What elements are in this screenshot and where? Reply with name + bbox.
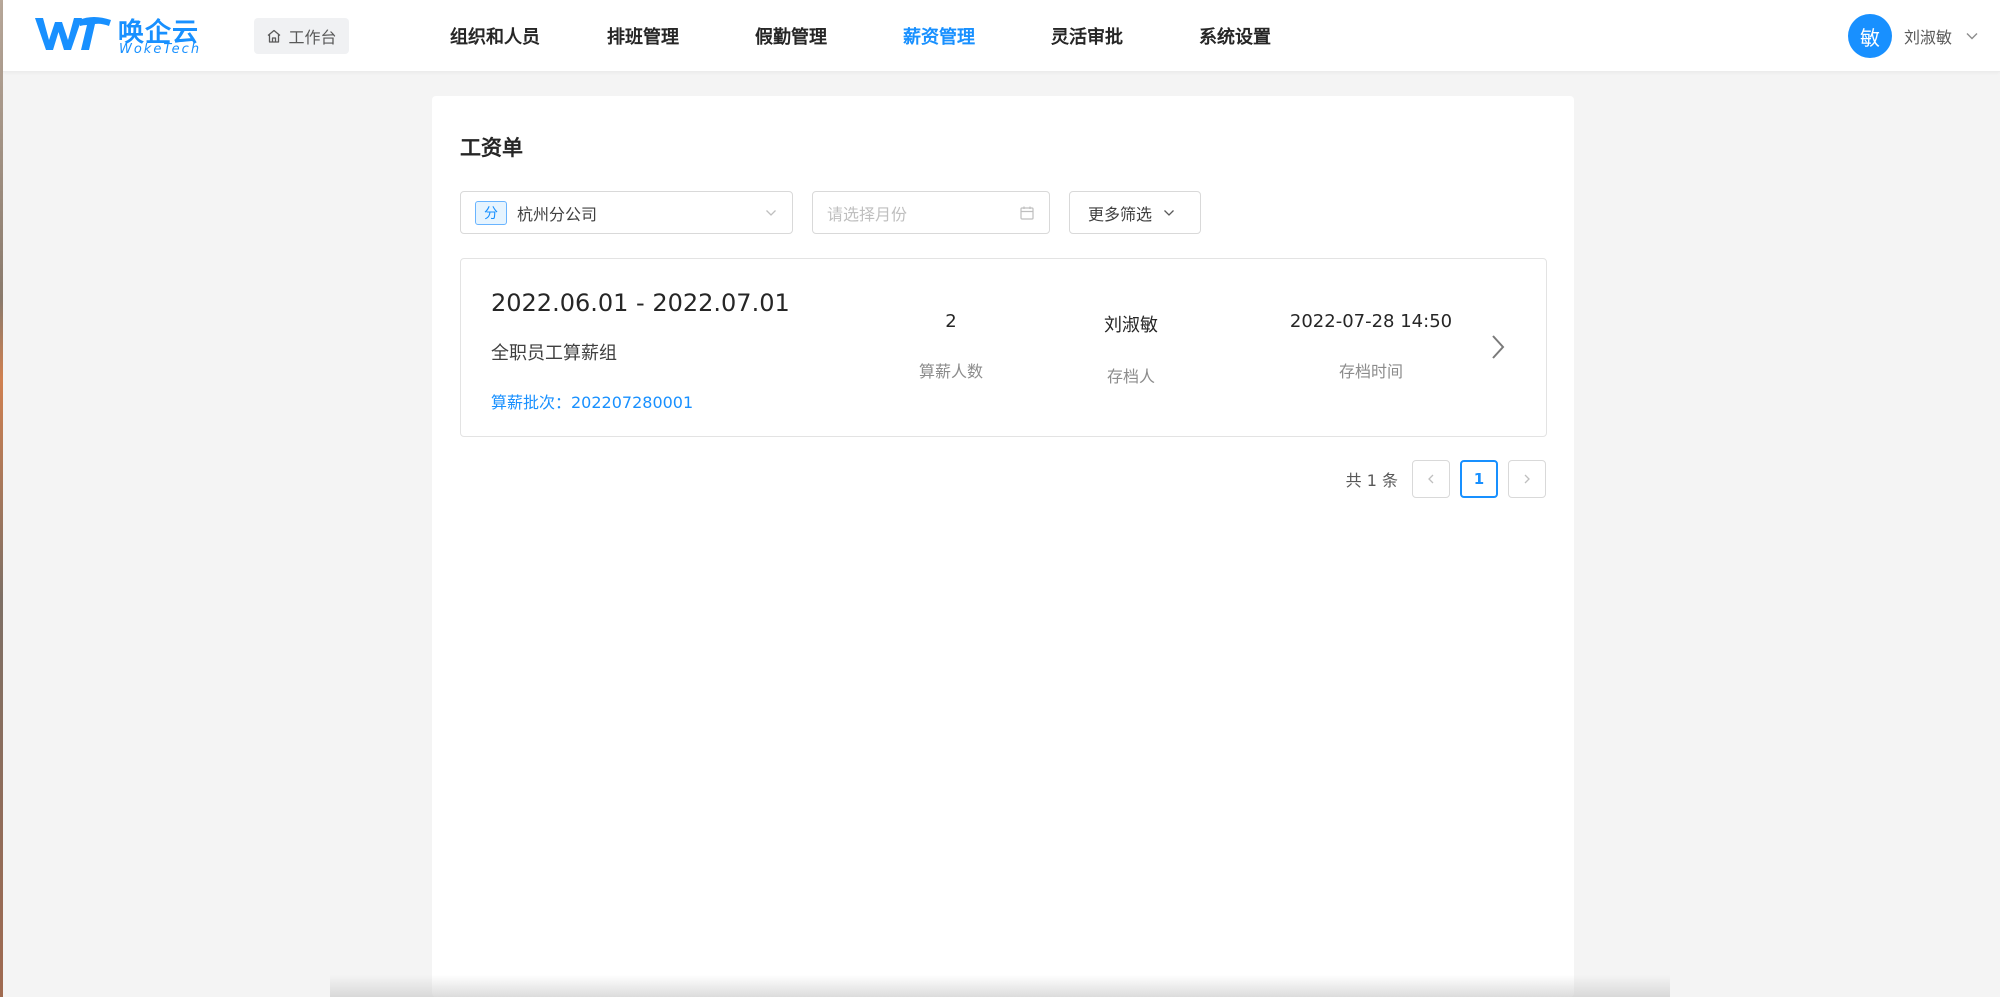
headcount-label: 算薪人数 bbox=[918, 362, 983, 381]
archive-time-stat: 2022-07-28 14:50 存档时间 bbox=[1251, 311, 1491, 382]
archive-time-label: 存档时间 bbox=[1338, 362, 1403, 381]
brand-logo[interactable]: 唤企云 WokeTech bbox=[33, 14, 213, 58]
brand-name-en: WokeTech bbox=[119, 42, 202, 57]
top-navigation-bar: 唤企云 WokeTech 工作台 组织和人员 排班管理 假勤管理 薪资管理 灵活… bbox=[3, 0, 2000, 72]
chevron-left-icon bbox=[1428, 474, 1434, 484]
main-nav: 组织和人员 排班管理 假勤管理 薪资管理 灵活审批 系统设置 bbox=[421, 0, 1309, 72]
chevron-down-icon bbox=[1164, 209, 1174, 216]
workbench-label: 工作台 bbox=[288, 28, 337, 47]
branch-tag: 分 bbox=[475, 200, 507, 225]
payroll-card[interactable]: 2022.06.01 - 2022.07.01 全职员工算薪组 算薪批次：202… bbox=[460, 258, 1547, 437]
prev-page-button[interactable] bbox=[1412, 460, 1450, 498]
month-picker[interactable]: 请选择月份 bbox=[812, 191, 1050, 234]
company-select-value: 杭州分公司 bbox=[517, 204, 598, 224]
archiver-label: 存档人 bbox=[1106, 367, 1155, 386]
next-page-button[interactable] bbox=[1508, 460, 1546, 498]
nav-item-attendance[interactable]: 假勤管理 bbox=[717, 23, 865, 49]
chevron-down-icon[interactable] bbox=[1964, 28, 1980, 44]
avatar[interactable]: 敏 bbox=[1847, 14, 1892, 58]
chevron-right-icon[interactable] bbox=[1488, 333, 1508, 361]
headcount-stat: 2 算薪人数 bbox=[891, 311, 1011, 382]
woketech-logo-icon bbox=[35, 17, 111, 50]
more-filters-label: 更多筛选 bbox=[1088, 204, 1153, 224]
page-title: 工资单 bbox=[460, 136, 523, 160]
nav-item-approval[interactable]: 灵活审批 bbox=[1013, 23, 1161, 49]
workbench-button[interactable]: 工作台 bbox=[254, 18, 349, 54]
home-icon bbox=[268, 29, 281, 43]
company-select[interactable]: 分 杭州分公司 bbox=[460, 191, 793, 234]
more-filters-button[interactable]: 更多筛选 bbox=[1069, 191, 1201, 234]
pagination-total: 共 1 条 bbox=[1345, 471, 1398, 490]
pagination: 共 1 条 1 bbox=[1346, 460, 1546, 498]
page-number-button[interactable]: 1 bbox=[1460, 460, 1498, 498]
window-bottom-shadow bbox=[330, 975, 1670, 997]
payroll-date-range: 2022.06.01 - 2022.07.01 bbox=[491, 289, 790, 317]
archive-time-value: 2022-07-28 14:50 bbox=[1289, 311, 1453, 332]
payroll-batch-link[interactable]: 算薪批次：202207280001 bbox=[491, 389, 693, 413]
nav-item-organization[interactable]: 组织和人员 bbox=[421, 23, 569, 49]
archiver-stat: 刘淑敏 存档人 bbox=[1071, 311, 1191, 387]
payroll-group: 全职员工算薪组 bbox=[491, 343, 617, 364]
chevron-right-icon bbox=[1524, 474, 1530, 484]
user-menu[interactable]: 敏 刘淑敏 bbox=[1847, 14, 1980, 58]
calendar-icon bbox=[1020, 206, 1034, 220]
month-picker-placeholder: 请选择月份 bbox=[827, 204, 908, 224]
headcount-value: 2 bbox=[945, 311, 957, 332]
nav-item-settings[interactable]: 系统设置 bbox=[1161, 23, 1309, 49]
archiver-value: 刘淑敏 bbox=[1104, 315, 1158, 336]
window-edge bbox=[0, 0, 3, 997]
payslip-panel: 工资单 分 杭州分公司 请选择月份 更多筛选 2022.06.01 - 2022… bbox=[432, 96, 1574, 997]
user-name[interactable]: 刘淑敏 bbox=[1904, 24, 1952, 48]
nav-item-payroll[interactable]: 薪资管理 bbox=[865, 23, 1013, 49]
chevron-down-icon bbox=[766, 210, 776, 216]
nav-item-scheduling[interactable]: 排班管理 bbox=[569, 23, 717, 49]
